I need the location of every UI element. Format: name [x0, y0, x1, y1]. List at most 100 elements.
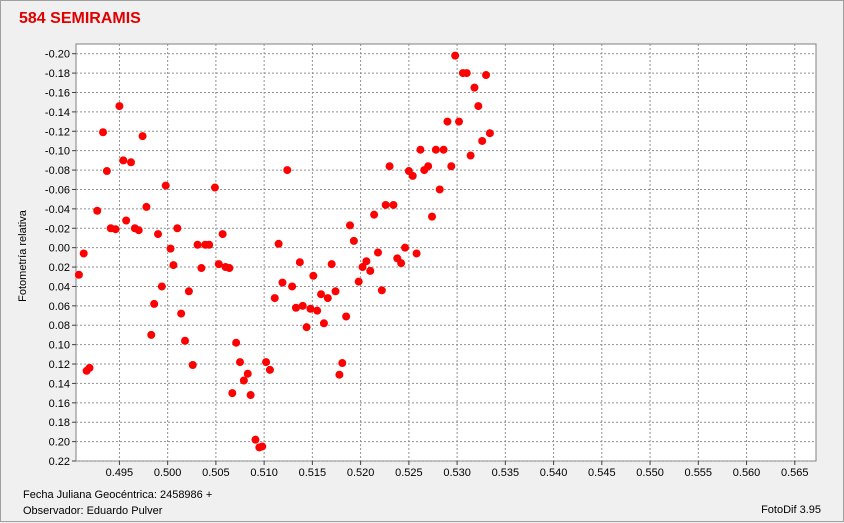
data-point [381, 200, 390, 209]
data-point [366, 266, 375, 275]
data-point [298, 301, 307, 310]
x-tick-label: 0.530 [443, 467, 471, 479]
data-point [416, 145, 425, 154]
data-point [193, 240, 202, 249]
x-tick-label: 0.535 [492, 467, 520, 479]
data-point [317, 290, 326, 299]
data-point [313, 306, 322, 315]
data-point [400, 243, 409, 252]
data-point [262, 358, 271, 367]
observer-label: Observador: Eduardo Pulver [23, 505, 163, 517]
x-tick-label: 0.515 [299, 467, 327, 479]
y-tick-label: 0.04 [49, 281, 70, 293]
data-point [447, 162, 456, 171]
data-point [154, 230, 163, 239]
x-axis-ticks: 0.495 0.500 0.505 0.510 0.515 0.520 0.525 0.530… [106, 461, 809, 479]
data-point [291, 303, 300, 312]
data-point [431, 145, 440, 154]
data-point [74, 270, 83, 279]
y-tick-label: 0.06 [49, 301, 70, 313]
data-point [466, 151, 475, 160]
data-point [147, 330, 156, 339]
y-tick-label: -0.08 [45, 165, 70, 177]
data-point [102, 167, 111, 176]
data-point [79, 249, 88, 258]
data-point [389, 200, 398, 209]
data-point [99, 128, 108, 137]
y-tick-label: -0.06 [45, 184, 70, 196]
y-tick-label: 0.20 [49, 437, 70, 449]
data-point [181, 336, 190, 345]
data-point [462, 69, 471, 78]
data-point [197, 264, 206, 273]
data-point [157, 282, 166, 291]
data-point [111, 225, 120, 234]
data-point [309, 271, 318, 280]
chart-window: 584 SEMIRAMIS Fotometría relativa 0.495 0… [0, 0, 844, 522]
data-point [354, 277, 363, 286]
data-point [251, 435, 260, 444]
y-tick-label: -0.20 [45, 49, 70, 61]
data-point [177, 309, 186, 318]
data-point [134, 226, 143, 235]
x-tick-label: 0.510 [250, 467, 278, 479]
y-tick-label: 0.14 [49, 378, 70, 390]
x-tick-label: 0.560 [733, 467, 761, 479]
y-tick-label: 0.08 [49, 320, 70, 332]
data-point [85, 363, 94, 372]
data-point [485, 129, 494, 138]
data-point [225, 264, 234, 273]
data-point [451, 51, 460, 60]
data-point [166, 244, 175, 253]
data-point [424, 162, 433, 171]
data-point [323, 294, 332, 303]
data-point [377, 286, 386, 295]
data-point [288, 282, 297, 291]
data-point [439, 145, 448, 154]
x-tick-label: 0.520 [347, 467, 375, 479]
data-point [258, 442, 267, 451]
y-tick-label: 0.12 [49, 359, 70, 371]
data-point [385, 162, 394, 171]
x-tick-label: 0.555 [685, 467, 713, 479]
data-point [397, 259, 406, 268]
data-point [150, 299, 159, 308]
data-point [349, 236, 358, 245]
data-point [306, 304, 315, 313]
data-point [428, 212, 437, 221]
data-point [236, 358, 245, 367]
y-tick-label: 0.02 [49, 262, 70, 274]
y-tick-label: -0.18 [45, 68, 70, 80]
data-point [346, 221, 355, 230]
data-point [370, 210, 379, 219]
data-point [295, 258, 304, 267]
x-tick-label: 0.550 [636, 467, 664, 479]
data-point [115, 102, 124, 111]
x-tick-label: 0.565 [781, 467, 809, 479]
data-point [474, 102, 483, 111]
data-point [93, 206, 102, 215]
data-point [335, 370, 344, 379]
data-point [302, 323, 311, 332]
data-point [210, 183, 219, 192]
y-tick-label: 0.16 [49, 398, 70, 410]
data-point [283, 166, 292, 175]
plot-area [75, 43, 817, 462]
data-point [218, 230, 227, 239]
data-point [274, 239, 283, 248]
data-point [119, 156, 128, 165]
data-point [265, 365, 274, 374]
julian-date-label: Fecha Juliana Geocéntrica: 2458986 + [23, 489, 213, 501]
x-tick-label: 0.525 [395, 467, 423, 479]
data-point [173, 224, 182, 233]
data-point [232, 338, 241, 347]
data-point [319, 319, 328, 328]
data-point [455, 117, 464, 126]
data-point [169, 261, 178, 270]
y-tick-label: -0.04 [45, 204, 70, 216]
data-point [161, 181, 170, 190]
y-tick-label: -0.16 [45, 87, 70, 99]
data-point [482, 71, 491, 80]
data-point [246, 391, 255, 400]
data-point [408, 171, 417, 180]
